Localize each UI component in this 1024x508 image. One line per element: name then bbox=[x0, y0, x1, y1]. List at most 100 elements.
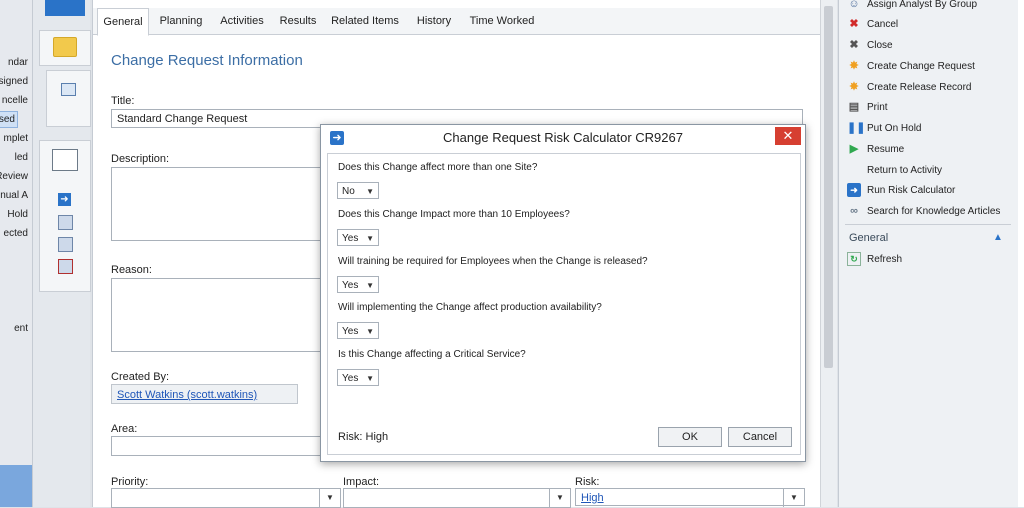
created-by-link[interactable]: Scott Watkins (scott.watkins) bbox=[117, 389, 257, 401]
reason-field[interactable] bbox=[111, 278, 343, 352]
nav-item-selected[interactable]: osed bbox=[0, 111, 18, 128]
nav-item[interactable]: ent bbox=[14, 323, 28, 334]
starburst-icon: ✸ bbox=[849, 60, 859, 73]
impact-dropdown[interactable]: ▼ bbox=[343, 488, 571, 508]
tasks-panel: ☺ Assign Analyst By Group ✖ Cancel ✖ Close … bbox=[838, 0, 1019, 507]
chevron-down-icon[interactable]: ▼ bbox=[783, 489, 804, 507]
tab-planning[interactable]: Planning bbox=[153, 8, 209, 34]
dialog-titlebar: ➜ Change Request Risk Calculator CR9267 … bbox=[321, 125, 805, 151]
area-field[interactable] bbox=[111, 436, 328, 456]
risk-dropdown[interactable]: High ▼ bbox=[575, 488, 805, 507]
risk-result: Risk: High bbox=[338, 431, 389, 443]
risk-label: Risk: bbox=[575, 476, 600, 488]
section-title: Change Request Information bbox=[111, 52, 303, 69]
task-close[interactable]: ✖ Close bbox=[847, 37, 892, 55]
question-label: Does this Change Impact more than 10 Emp… bbox=[338, 209, 570, 220]
task-refresh[interactable]: ↻ Refresh bbox=[847, 251, 902, 269]
tab-results[interactable]: Results bbox=[277, 8, 319, 34]
created-by-label: Created By: bbox=[111, 371, 170, 383]
nav-item[interactable]: Hold bbox=[7, 209, 28, 220]
folder-tile[interactable] bbox=[39, 30, 91, 66]
answer-select[interactable]: Yes ▼ bbox=[337, 322, 379, 339]
risk-value[interactable]: High bbox=[581, 492, 604, 504]
chevron-down-icon[interactable]: ▼ bbox=[549, 489, 570, 507]
task-search-knowledge-articles[interactable]: ∞ Search for Knowledge Articles bbox=[847, 203, 1000, 221]
tab-bar: General Planning Activities Results Rela… bbox=[93, 8, 821, 36]
answer-select[interactable]: Yes ▼ bbox=[337, 276, 379, 293]
description-field[interactable] bbox=[111, 167, 343, 241]
chevron-down-icon: ▼ bbox=[366, 327, 374, 336]
answer-select[interactable]: Yes ▼ bbox=[337, 229, 379, 246]
folder-icon bbox=[53, 37, 77, 57]
scrollbar-thumb[interactable] bbox=[824, 6, 833, 368]
close-button[interactable]: ✕ bbox=[775, 127, 801, 145]
form-remove-icon[interactable] bbox=[58, 259, 73, 274]
task-create-change-request[interactable]: ✸ Create Change Request bbox=[847, 58, 974, 76]
task-run-risk-calculator[interactable]: ➜ Run Risk Calculator bbox=[847, 182, 955, 200]
arrow-right-icon: ➜ bbox=[847, 183, 861, 198]
title-label: Title: bbox=[111, 95, 135, 107]
nav-item[interactable]: Review bbox=[0, 171, 28, 182]
task-cancel[interactable]: ✖ Cancel bbox=[847, 16, 898, 34]
chevron-down-icon: ▼ bbox=[366, 374, 374, 383]
icon-column: ➜ bbox=[33, 0, 91, 507]
dialog-body: Does this Change affect more than one Si… bbox=[327, 153, 801, 455]
task-create-release-record[interactable]: ✸ Create Release Record bbox=[847, 79, 971, 97]
calendar-tile[interactable] bbox=[46, 70, 91, 127]
document-list-icon[interactable] bbox=[52, 149, 78, 171]
reason-label: Reason: bbox=[111, 264, 152, 276]
cancel-icon: ✖ bbox=[849, 18, 859, 31]
starburst-icon: ✸ bbox=[849, 81, 859, 94]
nav-item[interactable]: ncelle bbox=[2, 95, 28, 106]
form-search-icon[interactable] bbox=[58, 215, 73, 230]
window-edge bbox=[1018, 0, 1024, 507]
tab-related-items[interactable]: Related Items bbox=[329, 8, 401, 34]
collapse-icon[interactable]: ▲ bbox=[993, 232, 1003, 243]
form-scrollbar[interactable] bbox=[820, 0, 837, 507]
task-resume[interactable]: ▶ Resume bbox=[847, 141, 904, 159]
printer-icon: ▤ bbox=[848, 101, 860, 114]
created-by-field[interactable]: Scott Watkins (scott.watkins) bbox=[111, 384, 298, 404]
task-assign-analyst-by-group[interactable]: ☺ Assign Analyst By Group bbox=[847, 0, 977, 14]
nav-item[interactable]: led bbox=[15, 152, 28, 163]
task-put-on-hold[interactable]: ❚❚ Put On Hold bbox=[847, 120, 921, 138]
nav-item[interactable]: ndar bbox=[8, 57, 28, 68]
question-label: Will training be required for Employees … bbox=[338, 256, 648, 267]
tab-history[interactable]: History bbox=[411, 8, 457, 34]
chevron-down-icon[interactable]: ▼ bbox=[319, 489, 340, 507]
area-label: Area: bbox=[111, 423, 138, 435]
cancel-button[interactable]: Cancel bbox=[728, 427, 792, 447]
nav-item[interactable]: mplet bbox=[4, 133, 28, 144]
answer-select[interactable]: No ▼ bbox=[337, 182, 379, 199]
tab-time-worked[interactable]: Time Worked bbox=[467, 8, 537, 34]
tools-tile: ➜ bbox=[39, 140, 91, 292]
nav-item[interactable]: nual A bbox=[0, 190, 28, 201]
people-icon: ☺ bbox=[848, 0, 860, 11]
description-label: Description: bbox=[111, 153, 170, 165]
nav-active-bar[interactable] bbox=[0, 465, 32, 507]
tab-general[interactable]: General bbox=[97, 8, 149, 36]
dialog-title: Change Request Risk Calculator CR9267 bbox=[443, 130, 683, 145]
risk-calculator-dialog: ➜ Change Request Risk Calculator CR9267 … bbox=[320, 124, 806, 462]
general-header: General bbox=[849, 232, 889, 244]
pause-icon: ❚❚ bbox=[847, 122, 866, 135]
answer-select[interactable]: Yes ▼ bbox=[337, 369, 379, 386]
priority-label: Priority: bbox=[111, 476, 149, 488]
left-navigation: ndar signed ncelle osed mplet led Review… bbox=[0, 0, 33, 507]
arrow-right-icon[interactable]: ➜ bbox=[58, 193, 71, 206]
link-icon: ∞ bbox=[850, 205, 858, 218]
top-blue-tile[interactable] bbox=[45, 0, 85, 16]
tab-activities[interactable]: Activities bbox=[215, 8, 269, 34]
nav-item[interactable]: ected bbox=[4, 228, 28, 239]
chevron-down-icon: ▼ bbox=[366, 187, 374, 196]
task-return-to-activity[interactable]: Return to Activity bbox=[847, 162, 942, 180]
chevron-down-icon: ▼ bbox=[366, 234, 374, 243]
task-print[interactable]: ▤ Print bbox=[847, 99, 888, 117]
impact-label: Impact: bbox=[343, 476, 380, 488]
play-icon: ▶ bbox=[849, 143, 859, 156]
ok-button[interactable]: OK bbox=[658, 427, 722, 447]
form-add-icon[interactable] bbox=[58, 237, 73, 252]
blank-icon bbox=[847, 163, 861, 177]
nav-item[interactable]: signed bbox=[0, 76, 28, 87]
priority-dropdown[interactable]: ▼ bbox=[111, 488, 341, 508]
